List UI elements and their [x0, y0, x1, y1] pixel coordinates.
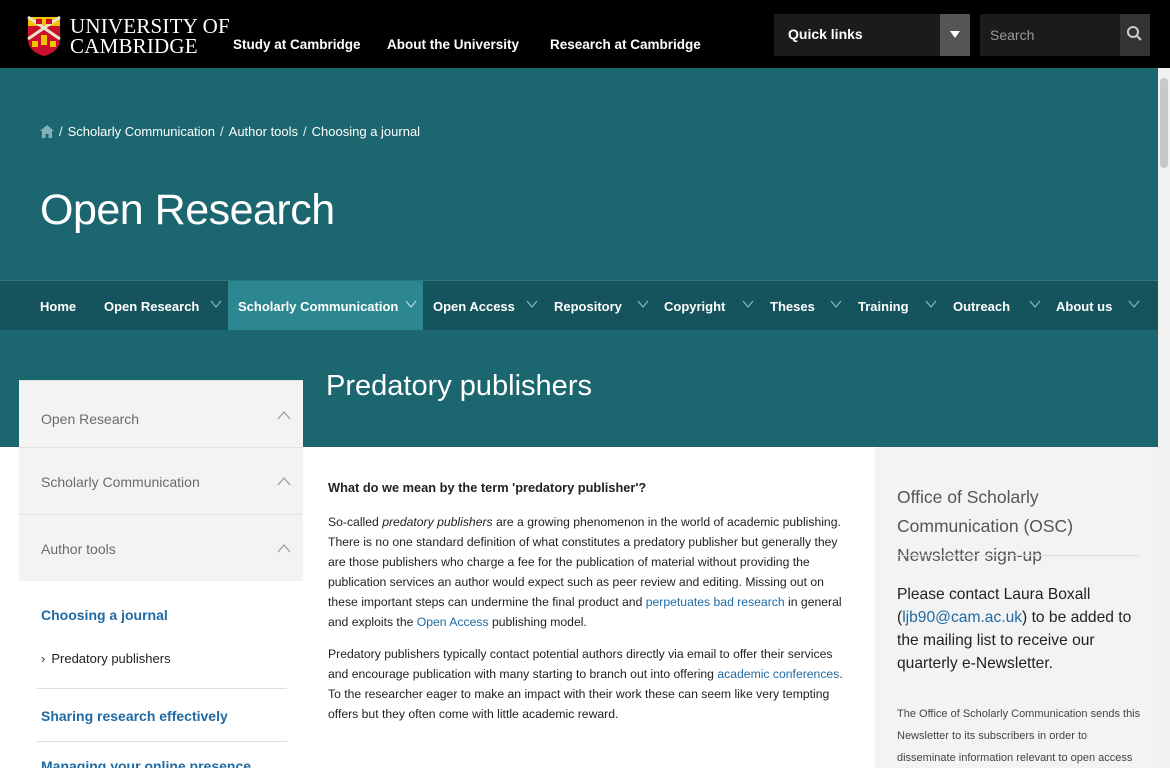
nav-scholarly-communication[interactable]: Scholarly Communication [228, 281, 423, 331]
topnav-research[interactable]: Research at Cambridge [550, 37, 701, 52]
nav-outreach[interactable]: Outreach [953, 281, 1010, 331]
nav-repository[interactable]: Repository [554, 281, 622, 331]
chevron-right-icon: › [41, 651, 46, 666]
search-icon [1127, 26, 1142, 41]
content-paragraph-1: So-called predatory publishers are a gro… [328, 515, 842, 629]
chevron-down-icon[interactable] [210, 298, 222, 310]
chevron-down-icon[interactable] [637, 298, 649, 310]
nav-copyright[interactable]: Copyright [664, 281, 725, 331]
sidenav-managing-presence[interactable]: Managing your online presence [41, 758, 251, 768]
chevron-down-icon[interactable] [742, 298, 754, 310]
content-paragraph-2: Predatory publishers typically contact p… [328, 647, 843, 721]
search-input[interactable] [980, 14, 1120, 56]
breadcrumb-choosing[interactable]: Choosing a journal [312, 124, 420, 139]
site-header: / Scholarly Communication / Author tools… [0, 68, 1158, 280]
logo-line1: UNIVERSITY OF [70, 14, 230, 38]
nav-open-research[interactable]: Open Research [104, 281, 199, 331]
sidenav-choosing-journal[interactable]: Choosing a journal [41, 607, 168, 623]
page-title: Predatory publishers [326, 370, 592, 402]
contact-email-link[interactable]: ljb90@cam.ac.uk [902, 609, 1022, 626]
newsletter-contact: Please contact Laura Boxall (ljb90@cam.a… [897, 586, 1132, 672]
quick-links-dropdown[interactable]: Quick links [774, 14, 970, 56]
sidenav-sharing-research[interactable]: Sharing research effectively [41, 708, 228, 724]
topnav-about[interactable]: About the University [387, 37, 519, 52]
quick-links-toggle[interactable] [940, 14, 970, 56]
sidenav-scholarly-communication[interactable]: Scholarly Communication [19, 447, 303, 514]
breadcrumb: / Scholarly Communication / Author tools… [40, 124, 420, 139]
cambridge-shield-icon [26, 15, 62, 57]
sidenav-predatory-publishers[interactable]: › Predatory publishers [41, 651, 171, 666]
home-icon[interactable] [40, 125, 54, 138]
university-logo[interactable]: UNIVERSITY OF CAMBRIDGE [26, 14, 230, 58]
nav-training[interactable]: Training [858, 281, 909, 331]
page-scrollbar[interactable] [1158, 68, 1170, 768]
link-open-access[interactable]: Open Access [417, 615, 489, 629]
breadcrumb-author-tools[interactable]: Author tools [229, 124, 298, 139]
link-perpetuates-bad-research[interactable]: perpetuates bad research [646, 595, 785, 609]
scrollbar-thumb[interactable] [1160, 78, 1168, 168]
search-box [980, 14, 1150, 56]
main-nav: Home Open Research Scholarly Communicati… [0, 280, 1158, 331]
breadcrumb-scholarly[interactable]: Scholarly Communication [68, 124, 215, 139]
sidenav-author-tools[interactable]: Author tools [19, 514, 303, 581]
main-content: What do we mean by the term 'predatory p… [328, 478, 848, 736]
nav-home[interactable]: Home [40, 281, 76, 331]
chevron-down-icon[interactable] [526, 298, 538, 310]
newsletter-title: Office of Scholarly Communication (OSC) … [897, 487, 1074, 565]
nav-about-us[interactable]: About us [1056, 281, 1112, 331]
newsletter-description: The Office of Scholarly Communication se… [897, 708, 1141, 764]
chevron-up-icon[interactable] [277, 543, 291, 553]
nav-theses[interactable]: Theses [770, 281, 815, 331]
link-academic-conferences[interactable]: academic conferences [717, 667, 839, 681]
chevron-up-icon[interactable] [277, 476, 291, 486]
logo-line2: CAMBRIDGE [70, 34, 198, 58]
chevron-down-icon[interactable] [405, 298, 417, 310]
nav-open-access[interactable]: Open Access [433, 281, 515, 331]
chevron-down-icon[interactable] [1029, 298, 1041, 310]
newsletter-box: Office of Scholarly Communication (OSC) … [875, 447, 1158, 768]
content-heading: What do we mean by the term 'predatory p… [328, 480, 647, 495]
side-nav: Open Research Scholarly Communication Au… [19, 380, 303, 768]
sidenav-open-research[interactable]: Open Research [19, 380, 303, 447]
chevron-up-icon[interactable] [277, 410, 291, 420]
chevron-down-icon[interactable] [830, 298, 842, 310]
chevron-down-icon[interactable] [925, 298, 937, 310]
chevron-down-icon[interactable] [1128, 298, 1140, 310]
chevron-down-icon [950, 31, 960, 38]
quick-links-label: Quick links [788, 26, 863, 42]
topnav-study[interactable]: Study at Cambridge [233, 37, 361, 52]
top-bar: UNIVERSITY OF CAMBRIDGE Study at Cambrid… [0, 0, 1170, 68]
search-button[interactable] [1120, 14, 1150, 56]
site-title: Open Research [40, 186, 335, 234]
